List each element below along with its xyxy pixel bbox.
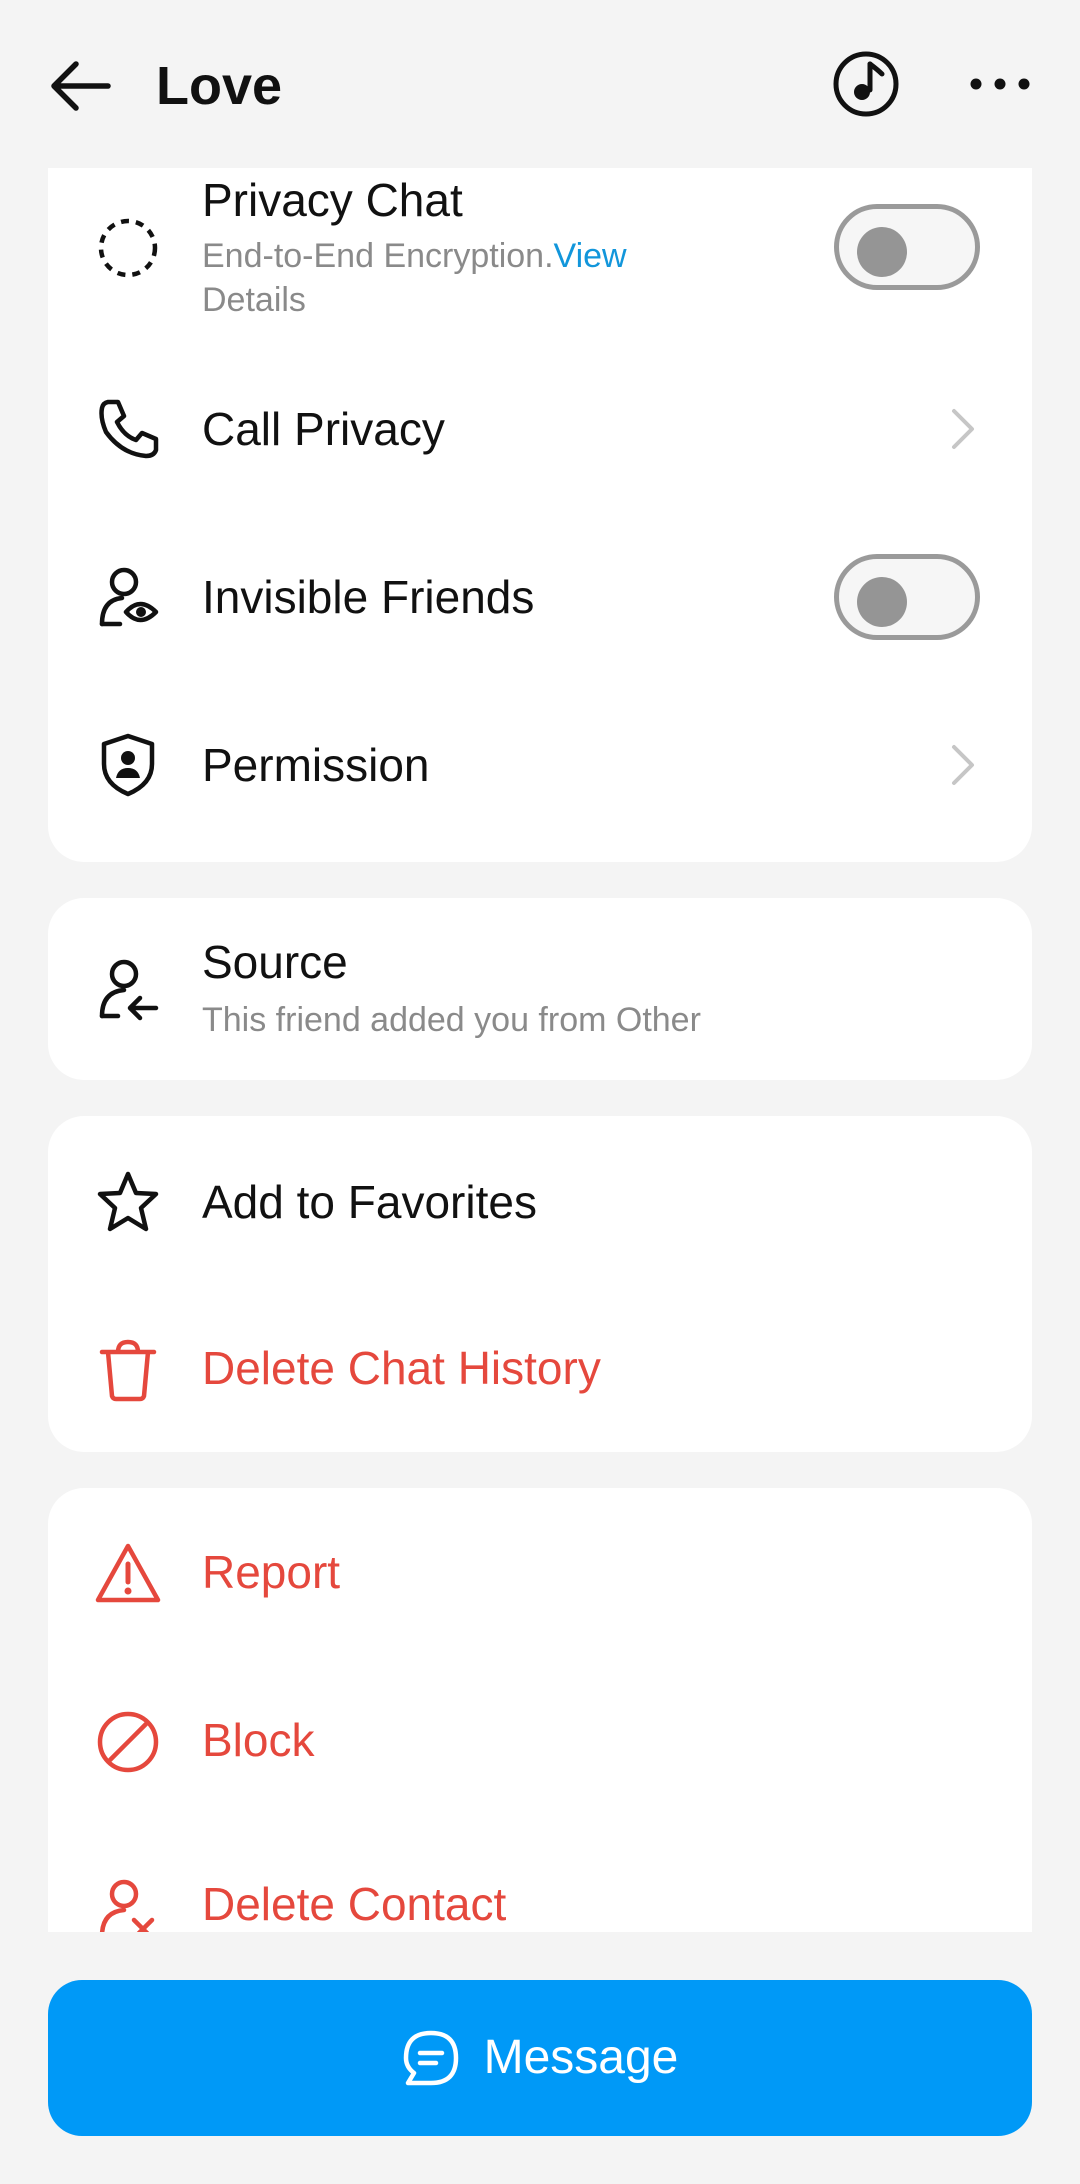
trash-icon [99, 1339, 157, 1402]
warning-icon [95, 1543, 161, 1603]
source-label: Source [202, 936, 348, 988]
arrow-left-icon[interactable] [48, 58, 112, 114]
message-button-content: Message [48, 1980, 1032, 2136]
danger-actions-card: Report Block Delete Contact [48, 1488, 1032, 1932]
favorites-card: Add to Favorites Delete Chat History [48, 1116, 1032, 1452]
source-row: Source This friend added you from Other [48, 898, 1032, 1080]
privacy-settings-card: Privacy Chat End-to-End Encryption.View … [48, 168, 1032, 862]
block-icon [97, 1711, 159, 1773]
privacy-chat-toggle[interactable] [834, 204, 980, 290]
invisible-friends-row[interactable]: Invisible Friends [48, 522, 1032, 672]
chevron-right-icon [952, 745, 974, 785]
message-button[interactable]: Message [48, 1980, 1032, 2136]
report-label: Report [202, 1546, 341, 1598]
top-bar: Love [0, 0, 1080, 168]
encryption-text: End-to-End Encryption. [202, 237, 554, 275]
invisible-friends-label: Invisible Friends [202, 571, 535, 623]
delete-chat-history-label: Delete Chat History [202, 1342, 601, 1394]
privacy-chat-subtitle: End-to-End Encryption.View [202, 234, 627, 278]
dashed-circle-icon [98, 218, 158, 278]
add-to-favorites-label: Add to Favorites [202, 1176, 537, 1228]
privacy-chat-label: Privacy Chat [202, 174, 463, 226]
phone-icon [99, 399, 159, 459]
chevron-right-icon [952, 409, 974, 449]
more-horizontal-icon[interactable] [966, 66, 1034, 102]
privacy-chat-row[interactable]: Privacy Chat End-to-End Encryption.View … [48, 168, 1032, 336]
invisible-friends-toggle[interactable] [834, 554, 980, 640]
report-row[interactable]: Report [48, 1488, 1032, 1656]
user-remove-icon [99, 1879, 155, 1932]
permission-row[interactable]: Permission [48, 690, 1032, 840]
source-subtitle: This friend added you from Other [202, 1001, 701, 1039]
delete-contact-label: Delete Contact [202, 1878, 507, 1930]
block-label: Block [202, 1714, 315, 1766]
delete-contact-row[interactable]: Delete Contact [48, 1824, 1032, 1932]
call-privacy-label: Call Privacy [202, 403, 445, 455]
delete-chat-history-row[interactable]: Delete Chat History [48, 1284, 1032, 1452]
view-details-link-continued[interactable]: Details [202, 278, 306, 322]
toggle-knob [857, 577, 907, 627]
add-to-favorites-row[interactable]: Add to Favorites [48, 1116, 1032, 1284]
star-icon [97, 1171, 159, 1232]
view-details-link[interactable]: View [554, 237, 627, 275]
page-title: Love [156, 56, 283, 116]
message-button-label: Message [483, 2031, 679, 2084]
user-eye-icon [99, 567, 159, 627]
source-card: Source This friend added you from Other [48, 898, 1032, 1080]
chat-bubble-icon [403, 2030, 458, 2086]
toggle-knob [857, 227, 907, 277]
block-row[interactable]: Block [48, 1656, 1032, 1824]
music-note-icon[interactable] [832, 50, 900, 118]
shield-user-icon [101, 733, 155, 797]
user-arrow-icon [99, 959, 159, 1021]
call-privacy-row[interactable]: Call Privacy [48, 354, 1032, 504]
permission-label: Permission [202, 739, 430, 791]
